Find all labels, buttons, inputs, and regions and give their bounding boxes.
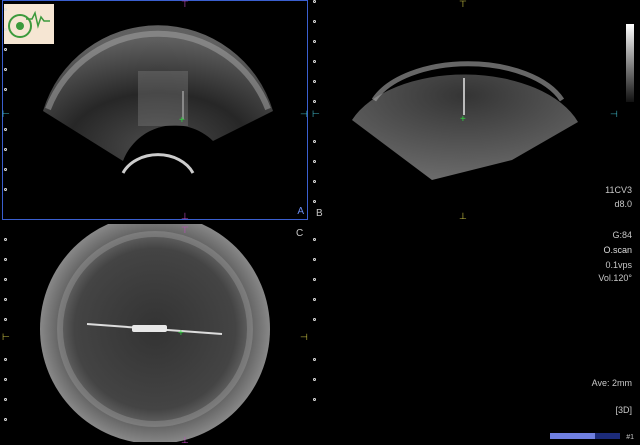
pane-b-top-marker: ⊤ xyxy=(459,0,467,9)
crosshair-marker-c: + xyxy=(178,328,184,339)
pane-a-bottom-marker: ⊥ xyxy=(181,211,189,221)
pane-c-right-marker: ⊣ xyxy=(300,332,308,342)
probe-readout: 11CV3 xyxy=(605,185,632,195)
volume-progress-bar xyxy=(550,433,620,439)
gain-readout: G:84 xyxy=(612,230,632,240)
volume-angle-readout: Vol.120° xyxy=(598,273,632,283)
crosshair-marker: + xyxy=(179,115,185,126)
ultrasound-render-c: + xyxy=(40,224,270,442)
view-pane-b[interactable]: + xyxy=(312,0,612,222)
pane-c-top-marker: ⊤ xyxy=(181,225,189,235)
pane-a-right-marker: ⊣ xyxy=(300,109,308,119)
average-readout: Ave: 2mm xyxy=(591,378,632,388)
pane-b-right-marker: ⊣ xyxy=(610,109,618,119)
crosshair-marker-b: + xyxy=(460,114,466,125)
mode-readout: [3D] xyxy=(615,405,632,415)
ultrasound-sector-a: + xyxy=(43,25,273,174)
view-pane-a[interactable]: + A xyxy=(2,0,308,220)
pane-b-bottom-marker: ⊥ xyxy=(459,211,467,221)
scan-mode-readout: O.scan xyxy=(603,245,632,255)
view-pane-c[interactable]: + xyxy=(2,224,308,442)
volume-rate-readout: 0.1vps xyxy=(605,260,632,270)
pane-a-label: A xyxy=(297,206,304,217)
grayscale-bar-icon xyxy=(626,24,634,102)
middle-depth-scale xyxy=(313,0,317,445)
volume-progress-fill xyxy=(550,433,595,439)
pane-c-bottom-marker: ⊥ xyxy=(181,435,189,445)
page-marker: #1 xyxy=(626,434,634,441)
depth-readout: d8.0 xyxy=(614,199,632,209)
ultrasound-sector-b: + xyxy=(352,61,578,180)
left-depth-scale xyxy=(4,0,8,445)
pane-a-top-marker: ⊤ xyxy=(181,0,189,9)
